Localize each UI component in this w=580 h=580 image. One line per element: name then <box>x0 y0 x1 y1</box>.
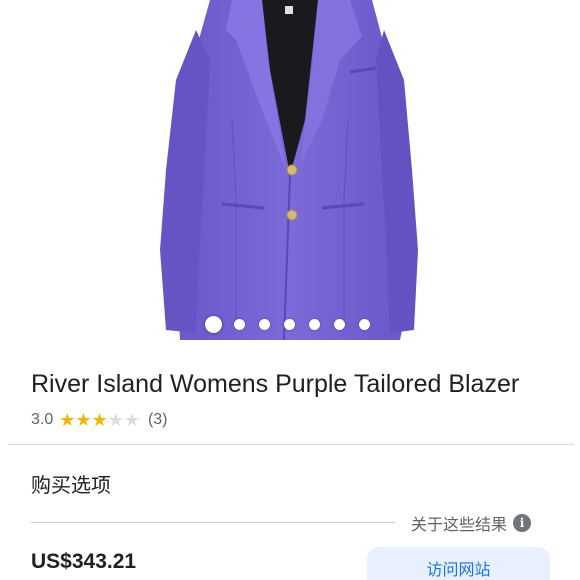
about-these-results[interactable]: 关于这些结果 i <box>411 511 532 535</box>
about-divider <box>31 522 395 523</box>
star-empty-icon: ★ <box>107 410 124 430</box>
blazer-image <box>160 0 418 341</box>
carousel-dot[interactable] <box>334 319 345 330</box>
star-filled-icon: ★ <box>59 410 76 430</box>
star-empty-icon: ★ <box>123 410 140 430</box>
carousel-dot[interactable] <box>284 319 295 330</box>
carousel-indicators[interactable] <box>0 316 580 337</box>
about-results-label: 关于这些结果 <box>411 515 508 534</box>
star-filled-icon: ★ <box>91 410 108 430</box>
offer-price: US$343.21 <box>31 550 137 573</box>
product-rating[interactable]: 3.0 ★ ★ ★ ★ ★ (3) <box>31 409 168 431</box>
visit-site-button[interactable]: 访问网站 <box>367 547 550 580</box>
carousel-dot[interactable] <box>359 319 370 330</box>
product-detail-page: River Island Womens Purple Tailored Blaz… <box>0 0 580 580</box>
carousel-dot[interactable] <box>205 316 222 333</box>
product-title: River Island Womens Purple Tailored Blaz… <box>31 370 520 398</box>
carousel-dot[interactable] <box>309 319 320 330</box>
review-count[interactable]: (3) <box>148 411 168 429</box>
info-icon[interactable]: i <box>513 514 532 532</box>
section-divider <box>8 444 574 445</box>
product-image-carousel[interactable] <box>0 0 580 352</box>
carousel-dot[interactable] <box>259 319 270 330</box>
rating-stars: ★ ★ ★ ★ ★ <box>59 411 140 429</box>
star-filled-icon: ★ <box>75 410 92 430</box>
rating-value: 3.0 <box>31 411 54 428</box>
buying-options-heading: 购买选项 <box>31 473 111 497</box>
carousel-dot[interactable] <box>234 319 245 330</box>
